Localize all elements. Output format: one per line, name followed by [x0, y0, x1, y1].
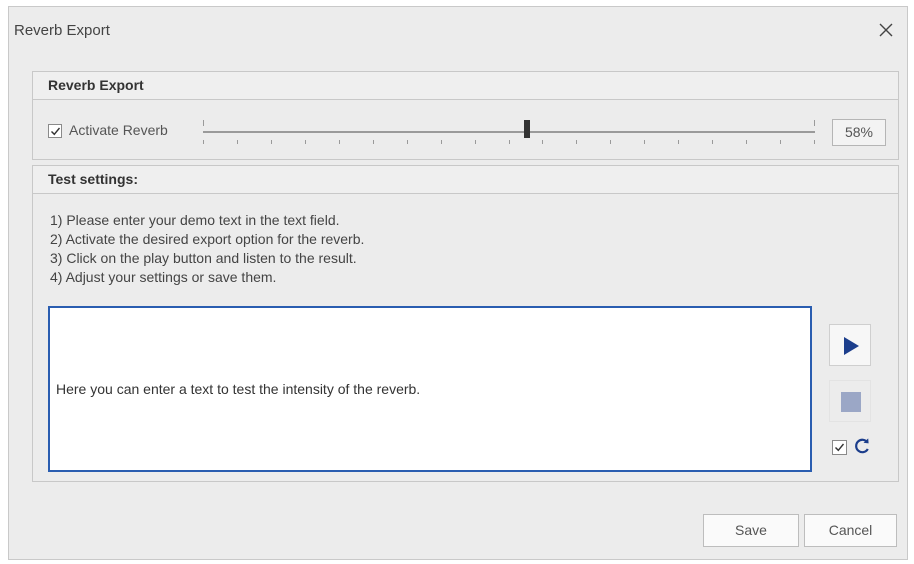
slider-tick [271, 140, 272, 144]
slider-tick [712, 140, 713, 144]
slider-tick [339, 140, 340, 144]
slider-tick [441, 140, 442, 144]
slider-tick [237, 140, 238, 144]
slider-tick [475, 140, 476, 144]
slider-tick [780, 140, 781, 144]
slider-tick [407, 140, 408, 144]
test-settings-group: Test settings: 1) Please enter your demo… [32, 165, 899, 482]
slider-tick [509, 140, 510, 144]
slider-end-tick [814, 120, 815, 126]
instruction-line: 3) Click on the play button and listen t… [50, 250, 357, 266]
play-icon [844, 337, 859, 355]
title-bar: Reverb Export [9, 7, 907, 53]
activate-reverb-checkbox[interactable] [48, 124, 62, 138]
slider-tick [746, 140, 747, 144]
slider-tick [305, 140, 306, 144]
instructions: 1) Please enter your demo text in the te… [50, 211, 364, 287]
slider-tick [678, 140, 679, 144]
demo-text-value: Here you can enter a text to test the in… [56, 381, 421, 397]
demo-text-input[interactable]: Here you can enter a text to test the in… [48, 306, 812, 472]
slider-tick [373, 140, 374, 144]
stop-button[interactable] [829, 380, 871, 422]
slider-tick [576, 140, 577, 144]
close-icon[interactable] [875, 19, 897, 41]
slider-tick [644, 140, 645, 144]
reverb-export-dialog: Reverb Export Reverb Export Activate Rev… [8, 6, 908, 560]
stop-icon [841, 392, 861, 412]
reverb-intensity-slider[interactable] [203, 118, 815, 146]
instruction-line: 2) Activate the desired export option fo… [50, 231, 365, 247]
slider-tick [814, 140, 815, 144]
instruction-line: 4) Adjust your settings or save them. [50, 269, 277, 285]
slider-thumb[interactable] [524, 120, 530, 138]
cancel-button[interactable]: Cancel [804, 514, 897, 547]
activate-reverb-label[interactable]: Activate Reverb [69, 122, 168, 138]
play-button[interactable] [829, 324, 871, 366]
save-button[interactable]: Save [703, 514, 799, 547]
slider-tick [610, 140, 611, 144]
instruction-line: 1) Please enter your demo text in the te… [50, 212, 340, 228]
slider-tick [542, 140, 543, 144]
dialog-title: Reverb Export [14, 22, 110, 39]
test-settings-group-header: Test settings: [33, 166, 898, 194]
reverb-percent-field[interactable]: 58% [832, 119, 886, 146]
reverb-export-group: Reverb Export Activate Reverb 58% [32, 71, 899, 160]
reverb-export-group-header: Reverb Export [33, 72, 898, 100]
slider-end-tick [203, 120, 204, 126]
slider-track [203, 131, 815, 133]
loop-checkbox[interactable] [832, 440, 847, 455]
slider-tick [203, 140, 204, 144]
refresh-icon[interactable] [852, 436, 872, 456]
